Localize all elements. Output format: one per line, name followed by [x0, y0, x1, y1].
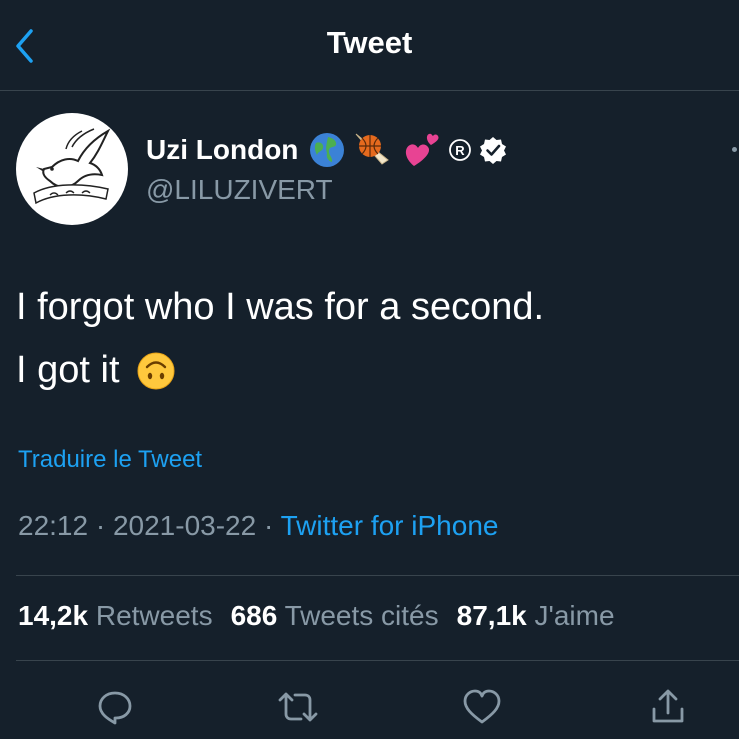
earth-globe-icon — [310, 133, 345, 167]
two-hearts-icon — [406, 133, 439, 166]
tweet-page: Tweet Uzi London R @LILUZIVERT I forgot … — [0, 0, 739, 739]
verified-badge-icon — [480, 137, 507, 164]
dove-logo-icon — [33, 128, 111, 205]
more-options-icon[interactable] — [732, 147, 737, 152]
retweet-button[interactable] — [276, 685, 320, 729]
avatar[interactable] — [16, 113, 128, 225]
meta-separator: · — [256, 510, 281, 541]
meta-separator: · — [88, 510, 113, 541]
reply-button[interactable] — [93, 685, 137, 729]
translate-tweet-link[interactable]: Traduire le Tweet — [18, 446, 202, 474]
basketball-icon — [356, 133, 390, 165]
tweet-text-line-2-text: I got it — [16, 349, 120, 391]
page-title: Tweet — [326, 25, 413, 60]
quote-tweets-stat[interactable]: 686 Tweets cités — [231, 600, 439, 632]
tweet-text-line-2: I got it — [16, 339, 716, 402]
registered-icon: R — [449, 139, 472, 161]
retweet-icon — [278, 692, 318, 722]
tweet-metadata: 22:12 · 2021-03-22 · Twitter for iPhone — [18, 510, 498, 542]
author-display-name: Uzi London — [146, 134, 299, 165]
engagement-stats: 14,2k Retweets 686 Tweets cités 87,1k J'… — [18, 600, 633, 632]
tweet-date: 2021-03-22 — [112, 510, 257, 541]
tweet-text: I forgot who I was for a second. I got i… — [16, 276, 716, 402]
divider — [16, 660, 739, 661]
author-handle[interactable]: @LILUZIVERT — [146, 174, 333, 206]
likes-stat[interactable]: 87,1k J'aime — [457, 600, 615, 632]
reply-icon — [98, 691, 132, 725]
top-bar: Tweet — [0, 0, 739, 91]
svg-text:R: R — [456, 143, 466, 158]
action-bar — [0, 685, 739, 729]
retweets-stat[interactable]: 14,2k Retweets — [18, 600, 213, 632]
share-icon — [652, 689, 684, 723]
tweet-source-link[interactable]: Twitter for iPhone — [281, 510, 499, 541]
tweet-text-line-1: I forgot who I was for a second. — [16, 286, 545, 328]
divider — [16, 575, 739, 576]
upside-down-face-icon — [137, 352, 174, 389]
like-icon — [463, 689, 501, 724]
like-button[interactable] — [460, 685, 504, 729]
share-button[interactable] — [646, 685, 690, 729]
tweet-time: 22:12 — [18, 510, 89, 541]
author-name-row[interactable]: Uzi London R — [146, 128, 514, 172]
